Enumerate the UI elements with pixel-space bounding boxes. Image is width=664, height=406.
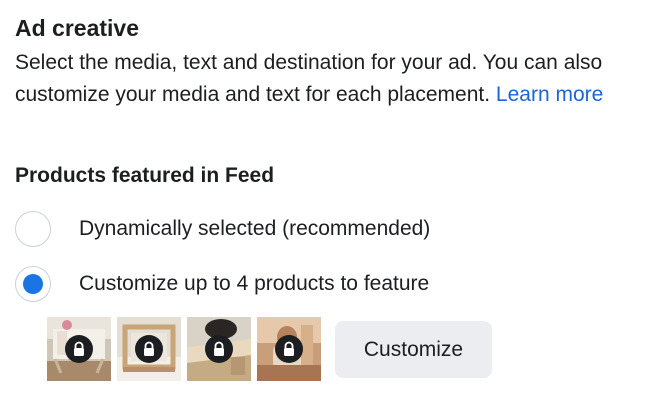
radio-button-unselected[interactable] xyxy=(15,211,51,247)
radio-selected-dot xyxy=(23,274,43,294)
lock-icon xyxy=(205,335,233,363)
section-description: Select the media, text and destination f… xyxy=(15,47,655,111)
radio-label-customize: Customize up to 4 products to feature xyxy=(79,272,430,295)
radio-button-selected[interactable] xyxy=(15,266,51,302)
customize-button[interactable]: Customize xyxy=(335,321,492,378)
products-featured-heading: Products featured in Feed xyxy=(15,164,275,187)
lock-icon xyxy=(135,335,163,363)
lock-icon xyxy=(275,335,303,363)
product-thumbnails xyxy=(47,317,321,381)
product-thumbnail[interactable] xyxy=(187,317,251,381)
product-thumbnail[interactable] xyxy=(47,317,111,381)
radio-option-dynamic[interactable]: Dynamically selected (recommended) xyxy=(15,211,430,247)
lock-icon xyxy=(65,335,93,363)
radio-label-dynamic: Dynamically selected (recommended) xyxy=(79,217,431,240)
radio-option-customize[interactable]: Customize up to 4 products to feature xyxy=(15,266,429,302)
product-thumbnail[interactable] xyxy=(257,317,321,381)
learn-more-link[interactable]: Learn more xyxy=(496,83,603,106)
section-title: Ad creative xyxy=(15,15,140,41)
product-thumbnail[interactable] xyxy=(117,317,181,381)
